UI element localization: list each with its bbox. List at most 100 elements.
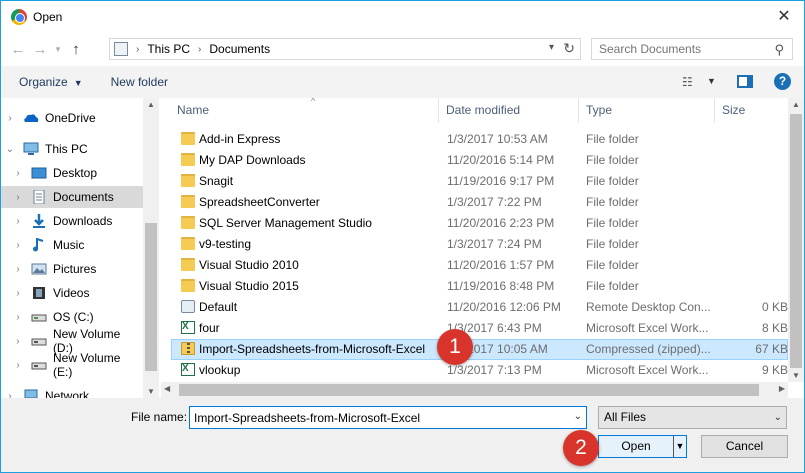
nav-item-onedrive[interactable]: › OneDrive: [1, 107, 143, 129]
file-name: Import-Spreadsheets-from-Microsoft-Excel: [199, 342, 426, 356]
expand-chevron-icon[interactable]: ›: [13, 192, 23, 203]
nav-item-new-volume-e[interactable]: › New Volume (E:): [1, 351, 143, 379]
videos-icon: [31, 286, 47, 300]
nav-item-os-c[interactable]: › OS (C:): [1, 306, 143, 328]
file-row[interactable]: Visual Studio 2010 11/20/2016 1:57 PM Fi…: [171, 255, 788, 276]
expand-chevron-icon[interactable]: ›: [5, 391, 15, 399]
chevron-right-icon[interactable]: ›: [198, 44, 201, 55]
file-row[interactable]: Visual Studio 2015 11/19/2016 8:48 PM Fi…: [171, 276, 788, 297]
expand-chevron-icon[interactable]: ›: [13, 336, 23, 347]
file-date: 11/20/2016 12:06 PM: [447, 300, 561, 314]
file-row[interactable]: SQL Server Management Studio 11/20/2016 …: [171, 213, 788, 234]
nav-item-this-pc[interactable]: ⌄ This PC: [1, 138, 143, 160]
horizontal-scroll-thumb[interactable]: [179, 384, 759, 396]
music-icon: [31, 237, 47, 252]
nav-pane-scrollbar[interactable]: ▲ ▼: [143, 98, 159, 398]
scroll-up-arrow-icon[interactable]: ▲: [788, 100, 804, 109]
cancel-button[interactable]: Cancel: [701, 435, 788, 458]
scroll-right-arrow-icon[interactable]: ▶: [779, 384, 785, 393]
file-type-filter[interactable]: All Files ⌄: [598, 406, 787, 429]
file-row-selected[interactable]: Import-Spreadsheets-from-Microsoft-Excel…: [171, 339, 788, 360]
nav-scroll-thumb[interactable]: [145, 223, 157, 371]
search-icon[interactable]: ⚲: [774, 42, 784, 58]
open-dropdown-icon[interactable]: ▼: [673, 436, 686, 457]
nav-item-new-volume-d[interactable]: › New Volume (D:): [1, 327, 143, 355]
folder-icon: [181, 174, 195, 187]
search-input[interactable]: [599, 42, 769, 56]
nav-item-desktop[interactable]: › Desktop: [1, 162, 143, 184]
file-type: File folder: [586, 132, 639, 146]
nav-item-downloads[interactable]: › Downloads: [1, 210, 143, 232]
expand-chevron-icon[interactable]: ›: [13, 360, 23, 371]
preview-pane-icon[interactable]: [737, 75, 753, 88]
expand-chevron-icon[interactable]: ›: [5, 113, 15, 124]
refresh-icon[interactable]: ↻: [563, 40, 575, 57]
file-type: File folder: [586, 279, 639, 293]
file-row[interactable]: My DAP Downloads 11/20/2016 5:14 PM File…: [171, 150, 788, 171]
expand-chevron-icon[interactable]: ›: [13, 240, 23, 251]
collapse-chevron-icon[interactable]: ⌄: [5, 144, 15, 155]
nav-item-music[interactable]: › Music: [1, 234, 143, 256]
file-list-horizontal-scrollbar[interactable]: ◀ ▶: [161, 382, 788, 398]
folder-icon: [181, 216, 195, 229]
chevron-right-icon[interactable]: ›: [136, 44, 139, 55]
file-list-vertical-scrollbar[interactable]: ▲ ▼: [788, 98, 804, 382]
column-header-name[interactable]: Name ^: [171, 98, 439, 123]
pictures-icon: [31, 262, 47, 276]
search-box[interactable]: ⚲: [591, 38, 793, 60]
new-folder-button[interactable]: New folder: [111, 75, 168, 89]
chevron-down-icon[interactable]: ⌄: [774, 407, 782, 428]
view-options-icon[interactable]: ☷: [682, 75, 693, 89]
breadcrumb-documents[interactable]: Documents: [209, 42, 270, 56]
nav-item-documents[interactable]: › Documents: [1, 186, 143, 208]
expand-chevron-icon[interactable]: ›: [13, 312, 23, 323]
file-row[interactable]: Default 11/20/2016 12:06 PM Remote Deskt…: [171, 297, 788, 318]
scroll-down-arrow-icon[interactable]: ▼: [143, 387, 159, 396]
file-type: Microsoft Excel Work...: [586, 321, 709, 335]
expand-chevron-icon[interactable]: ›: [13, 216, 23, 227]
nav-item-label: OS (C:): [53, 310, 94, 324]
file-size: 9 KB: [761, 363, 788, 377]
address-dropdown-icon[interactable]: ▾: [549, 42, 554, 53]
open-button[interactable]: Open: [599, 436, 673, 457]
column-header-date[interactable]: Date modified: [440, 98, 579, 123]
column-header-type[interactable]: Type: [580, 98, 715, 123]
file-row[interactable]: Add-in Express 1/3/2017 10:53 AM File fo…: [171, 129, 788, 150]
file-row[interactable]: vlookup 1/3/2017 7:13 PM Microsoft Excel…: [171, 360, 788, 381]
back-arrow-icon[interactable]: ←: [7, 41, 29, 58]
nav-item-videos[interactable]: › Videos: [1, 282, 143, 304]
breadcrumb-this-pc[interactable]: This PC: [147, 42, 190, 56]
organize-button[interactable]: Organize ▼: [19, 75, 83, 89]
column-header-size[interactable]: Size: [716, 98, 788, 123]
file-type: File folder: [586, 258, 639, 272]
onedrive-icon: [23, 111, 39, 125]
help-icon[interactable]: ?: [774, 73, 791, 90]
close-button[interactable]: ✕: [774, 7, 794, 27]
file-name-input[interactable]: [190, 407, 560, 428]
expand-chevron-icon[interactable]: ›: [13, 168, 23, 179]
address-bar[interactable]: › This PC › Documents ▾ ↻: [109, 38, 581, 60]
file-row[interactable]: Snagit 11/19/2016 9:17 PM File folder: [171, 171, 788, 192]
vertical-scroll-thumb[interactable]: [790, 114, 802, 368]
chevron-down-icon[interactable]: ⌄: [574, 411, 582, 422]
scroll-up-arrow-icon[interactable]: ▲: [143, 100, 159, 109]
open-split-button[interactable]: Open ▼: [598, 435, 687, 458]
recent-locations-chevron-icon[interactable]: ▾: [51, 44, 65, 55]
nav-item-network[interactable]: › Network: [1, 385, 143, 398]
scroll-left-arrow-icon[interactable]: ◀: [164, 384, 170, 393]
file-name-combobox[interactable]: ⌄: [189, 406, 587, 429]
nav-item-pictures[interactable]: › Pictures: [1, 258, 143, 280]
file-type: File folder: [586, 195, 639, 209]
nav-item-label: Music: [53, 238, 85, 252]
forward-arrow-icon[interactable]: →: [29, 41, 51, 58]
up-arrow-icon[interactable]: ↑: [65, 41, 87, 58]
expand-chevron-icon[interactable]: ›: [13, 264, 23, 275]
expand-chevron-icon[interactable]: ›: [13, 288, 23, 299]
view-dropdown-icon[interactable]: ▼: [707, 76, 716, 86]
file-row[interactable]: v9-testing 1/3/2017 7:24 PM File folder: [171, 234, 788, 255]
file-row[interactable]: four 1/3/2017 6:43 PM Microsoft Excel Wo…: [171, 318, 788, 339]
scroll-down-arrow-icon[interactable]: ▼: [788, 371, 804, 380]
documents-location-icon: [114, 42, 128, 56]
file-row[interactable]: SpreadsheetConverter 1/3/2017 7:22 PM Fi…: [171, 192, 788, 213]
title-bar: Open ✕: [1, 1, 804, 32]
